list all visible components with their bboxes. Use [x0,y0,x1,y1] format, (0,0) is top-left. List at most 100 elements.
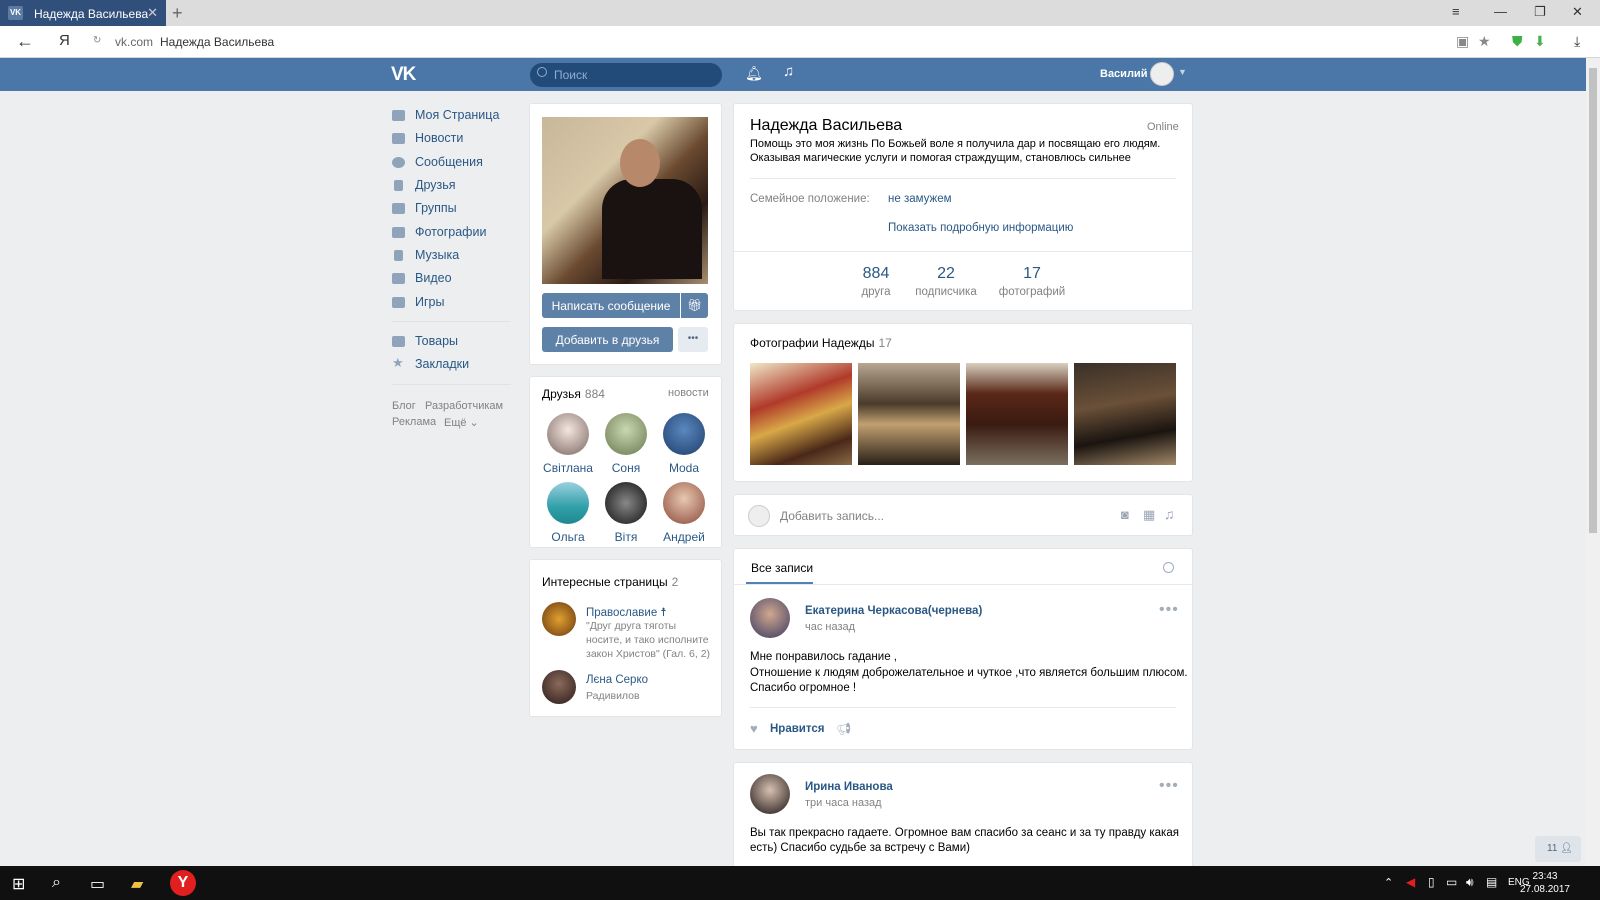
footer-link-blog[interactable]: Блог [392,400,416,412]
post-more-icon[interactable]: ••• [1159,777,1179,795]
yandex-browser-icon[interactable]: Y [170,870,196,896]
photos-count: 17 [878,336,892,350]
restore-icon[interactable]: ❐ [1534,4,1546,20]
post-time[interactable]: час назад [805,621,855,633]
sidebar-item-label: Группы [415,201,457,215]
user-avatar[interactable] [1150,62,1174,86]
page-avatar[interactable] [542,670,576,704]
notifications-icon[interactable]: ▤ [1486,875,1497,889]
friend-avatar [547,482,589,524]
windows-start-icon[interactable]: ⊞ [12,874,25,894]
friend-item[interactable]: Moda [654,413,714,475]
menu-icon[interactable]: ≡ [1452,4,1460,19]
photos-title[interactable]: Фотографии Надежды 17 [750,336,892,350]
search-placeholder: Поиск [554,68,588,82]
gift-icon[interactable]: 🎁︎ [681,293,708,318]
footer-link-ads[interactable]: Реклама [392,416,436,428]
music-icon[interactable]: ♫ [783,63,794,80]
photo-thumbnail[interactable] [858,363,960,465]
search-input[interactable]: Поиск [530,63,722,87]
camera-icon[interactable]: ◙ [1121,507,1129,522]
tab-all-posts[interactable]: Все записи [751,561,813,575]
stat-followers[interactable]: 22 подписчика [901,265,991,298]
friend-item[interactable]: Андрей [654,482,714,544]
send-message-button[interactable]: Написать сообщение [542,293,680,318]
friend-avatar [605,482,647,524]
page-desc: закон Христов" (Гал. 6, 2) [586,648,711,660]
reload-icon[interactable]: ↻ [93,35,101,46]
family-value[interactable]: не замужем [888,193,952,205]
file-explorer-icon[interactable]: ▰ [131,874,143,894]
user-name[interactable]: Василий [1100,68,1147,80]
add-friend-button[interactable]: Добавить в друзья [542,327,673,352]
search-wall-icon[interactable] [1163,562,1174,573]
post-text-line: есть) Спасибо судьбе за встречу с Вами) [750,842,970,854]
close-window-icon[interactable]: ✕ [1572,4,1583,20]
friend-name: Соня [611,461,641,475]
shield-icon[interactable]: ⛊ [1512,33,1523,50]
composer-placeholder[interactable]: Добавить запись... [780,509,884,523]
show-more-info-link[interactable]: Показать подробную информацию [888,222,1073,234]
footer-link-more[interactable]: Ещё ⌄ [444,416,479,429]
friends-news-link[interactable]: новости [668,387,709,399]
new-tab-button[interactable]: + [172,3,183,24]
post-author[interactable]: Екатерина Черкасова(чернева) [805,605,982,617]
friends-count: 884 [584,387,605,401]
friends-title[interactable]: Друзья 884 [542,387,605,401]
download-green-icon[interactable]: ⬇ [1534,33,1546,50]
vk-favicon-icon: VK [8,6,23,20]
star-icon[interactable]: ★ [1478,33,1491,50]
video-icon[interactable]: ▦ [1143,507,1155,523]
page-avatar[interactable] [542,602,576,636]
battery-icon[interactable]: ▯ [1428,875,1435,889]
close-tab-icon[interactable]: ✕ [147,5,158,21]
tray-alert-icon[interactable]: ◀ [1406,875,1415,889]
chevron-down-icon[interactable]: ▼ [1178,67,1187,77]
downloads-icon[interactable]: ⤓ [1574,33,1580,50]
footer-link-developers[interactable]: Разработчикам [425,400,503,412]
task-view-icon[interactable]: ▭ [90,874,105,894]
online-status: Online [1147,121,1179,133]
search-icon[interactable]: ⌕ [52,874,61,892]
address-page-title[interactable]: Надежда Васильева [160,35,274,49]
stat-photos[interactable]: 17 фотографий [987,265,1077,298]
browser-tab[interactable]: VK Надежда Васильева ✕ [0,0,166,26]
post-time[interactable]: три часа назад [805,797,882,809]
scrollbar-thumb[interactable] [1589,68,1597,533]
notifications-bell-icon[interactable]: 🔔︎ [745,65,763,82]
photo-thumbnail[interactable] [1074,363,1176,465]
photo-thumbnail[interactable] [750,363,852,465]
news-icon [392,133,405,144]
lock-icon[interactable]: ▣ [1456,33,1469,50]
post-author[interactable]: Ирина Иванова [805,781,893,793]
page-name[interactable]: Православие ☨ [586,605,667,619]
more-actions-button[interactable]: ••• [678,327,708,352]
interesting-title[interactable]: Интересные страницы 2 [542,575,678,589]
friend-item[interactable]: Ольга [538,482,598,544]
tray-chevron-icon[interactable]: ⌃ [1384,876,1393,889]
music-attach-icon[interactable]: ♫ [1164,506,1175,522]
status-line: Оказывая магические услуги и помогая стр… [750,152,1131,164]
friend-item[interactable]: Соня [596,413,656,475]
page-name[interactable]: Лєна Серко [586,674,648,686]
volume-icon[interactable]: 🔊︎ [1466,875,1474,890]
yandex-logo[interactable]: Я [59,32,70,49]
photo-thumbnail[interactable] [966,363,1068,465]
friend-item[interactable]: Світлана [538,413,598,475]
like-button[interactable]: Нравится [770,723,824,735]
messages-badge[interactable]: 11 👤︎ [1535,836,1581,862]
taskbar-clock[interactable]: 23:43 27.08.2017 [1520,870,1570,896]
post-more-icon[interactable]: ••• [1159,601,1179,619]
address-domain[interactable]: vk.com [115,35,153,49]
vk-logo[interactable]: VK [391,64,416,86]
scrollbar[interactable] [1586,58,1600,866]
network-icon[interactable]: ▭ [1446,875,1457,889]
share-icon[interactable]: 📢︎ [836,722,851,736]
profile-photo[interactable] [542,117,708,284]
post-author-avatar[interactable] [750,774,790,814]
post-author-avatar[interactable] [750,598,790,638]
heart-icon[interactable]: ♥ [750,721,758,736]
back-arrow-icon[interactable]: ← [16,31,34,52]
friend-item[interactable]: Вітя [596,482,656,544]
minimize-icon[interactable]: — [1494,4,1507,19]
